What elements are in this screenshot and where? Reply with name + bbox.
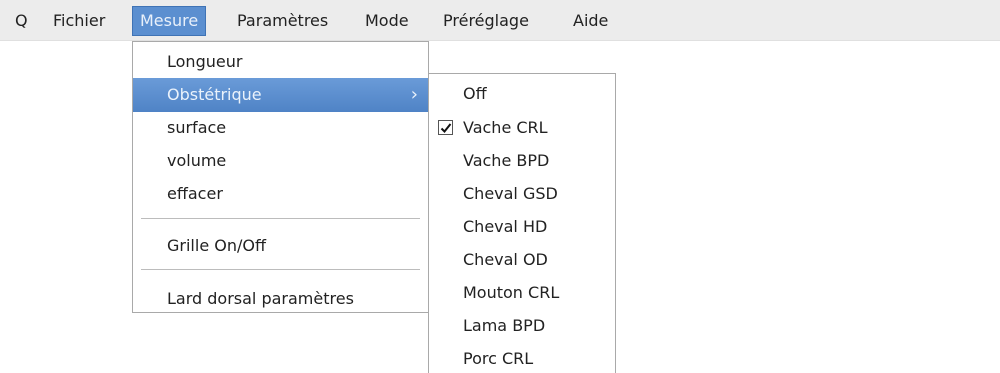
menu-item-lard-dorsal[interactable]: Lard dorsal paramètres xyxy=(133,282,428,316)
submenu-item-vache-crl[interactable]: Vache CRL xyxy=(429,111,615,144)
submenu-item-off[interactable]: Off xyxy=(429,77,615,110)
obstetrique-submenu: Off Vache CRL Vache BPD Cheval GSD Cheva… xyxy=(428,73,616,373)
menu-mode[interactable]: Mode xyxy=(358,6,416,36)
menu-q[interactable]: Q xyxy=(8,6,35,36)
mesure-dropdown: Longueur Obstétrique › surface volume ef… xyxy=(132,41,429,313)
menu-item-obstetrique[interactable]: Obstétrique › xyxy=(133,78,428,112)
checkbox-checked-icon xyxy=(438,120,453,135)
menu-item-grille[interactable]: Grille On/Off xyxy=(133,229,428,263)
submenu-item-porc-crl[interactable]: Porc CRL xyxy=(429,342,615,373)
menubar: Q Fichier Mesure Paramètres Mode Prérégl… xyxy=(0,0,1000,41)
menu-item-effacer[interactable]: effacer xyxy=(133,177,428,211)
menu-parametres[interactable]: Paramètres xyxy=(230,6,335,36)
menu-item-surface[interactable]: surface xyxy=(133,111,428,145)
submenu-item-vache-bpd[interactable]: Vache BPD xyxy=(429,144,615,177)
submenu-item-mouton-crl[interactable]: Mouton CRL xyxy=(429,276,615,309)
menu-fichier[interactable]: Fichier xyxy=(46,6,112,36)
menu-separator xyxy=(141,269,420,270)
submenu-item-lama-bpd[interactable]: Lama BPD xyxy=(429,309,615,342)
menu-separator xyxy=(141,218,420,219)
menu-item-longueur[interactable]: Longueur xyxy=(133,45,428,79)
submenu-item-cheval-gsd[interactable]: Cheval GSD xyxy=(429,177,615,210)
submenu-item-cheval-od[interactable]: Cheval OD xyxy=(429,243,615,276)
menu-aide[interactable]: Aide xyxy=(566,6,615,36)
menu-mesure[interactable]: Mesure xyxy=(132,6,207,36)
submenu-item-cheval-hd[interactable]: Cheval HD xyxy=(429,210,615,243)
submenu-item-vache-crl-label: Vache CRL xyxy=(463,118,548,137)
menu-prereglage[interactable]: Préréglage xyxy=(436,6,536,36)
menu-item-obstetrique-label: Obstétrique xyxy=(167,85,262,104)
menu-item-volume[interactable]: volume xyxy=(133,144,428,178)
submenu-arrow-icon: › xyxy=(410,84,418,105)
